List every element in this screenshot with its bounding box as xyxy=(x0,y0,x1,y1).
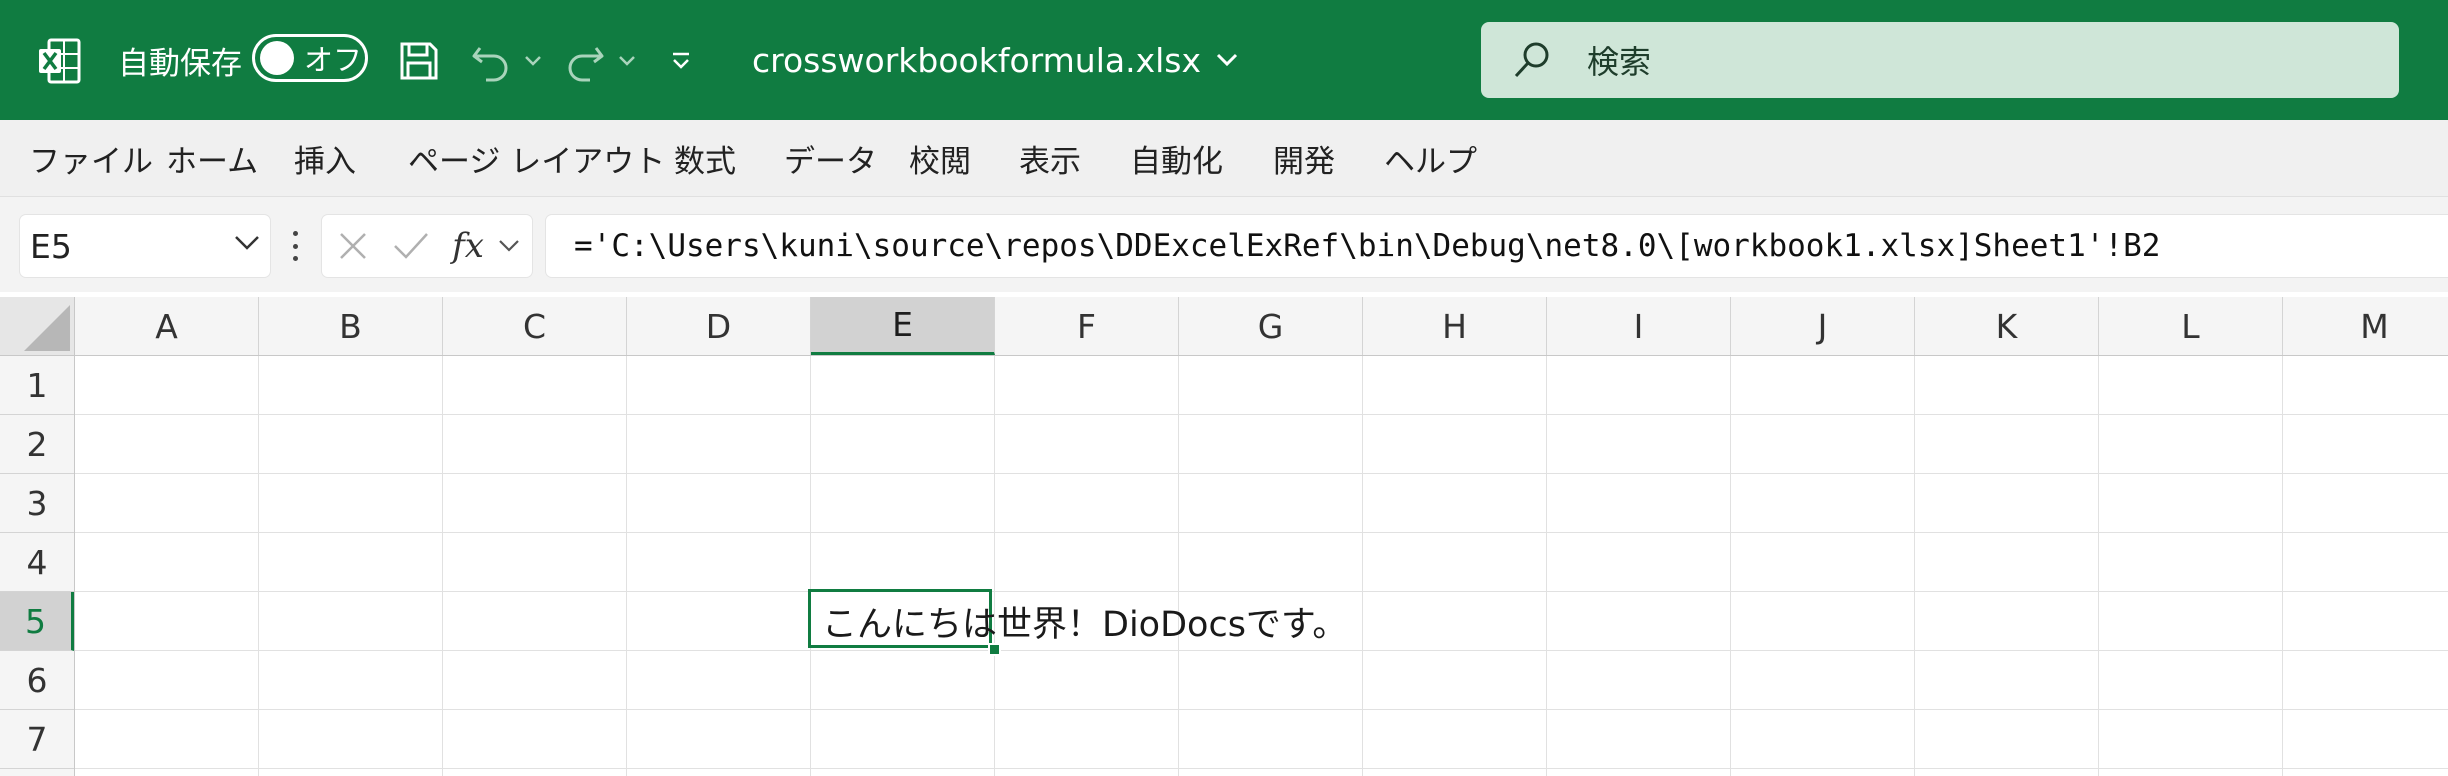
file-name[interactable]: crossworkbookformula.xlsx xyxy=(752,34,1239,86)
tab-page-layout[interactable]: ページ レイアウト xyxy=(408,120,665,196)
row-header-7[interactable]: 7 xyxy=(0,710,74,769)
column-header-l[interactable]: L xyxy=(2099,297,2283,355)
gridline xyxy=(1914,356,1915,776)
ribbon-tabs: ファイル ホーム 挿入 ページ レイアウト 数式 データ 校閲 表示 自動化 開… xyxy=(0,120,2448,197)
tab-insert[interactable]: 挿入 xyxy=(294,120,356,196)
chevron-down-icon xyxy=(1215,52,1239,68)
gridline xyxy=(626,356,627,776)
tab-data[interactable]: データ xyxy=(784,120,877,196)
autosave-state: オフ xyxy=(304,43,363,77)
gridline xyxy=(1546,356,1547,776)
gridline xyxy=(810,356,811,776)
column-header-a[interactable]: A xyxy=(75,297,259,355)
gridline xyxy=(442,356,443,776)
insert-function-button[interactable]: fx xyxy=(446,225,490,267)
column-header-b[interactable]: B xyxy=(259,297,443,355)
name-box-value: E5 xyxy=(30,226,72,266)
gridline xyxy=(994,356,995,776)
formula-bar: E5 fx ='C:\Users\kuni\source\repos\DDExc… xyxy=(0,197,2448,292)
column-header-e[interactable]: E xyxy=(811,297,995,355)
column-header-h[interactable]: H xyxy=(1363,297,1547,355)
column-header-i[interactable]: I xyxy=(1547,297,1731,355)
gridline xyxy=(258,356,259,776)
gridline xyxy=(75,532,2448,533)
column-headers: A B C D E F G H I J K L M xyxy=(75,297,2448,356)
redo-dropdown-icon[interactable] xyxy=(614,44,640,78)
chevron-down-icon[interactable] xyxy=(232,233,262,259)
tab-developer[interactable]: 開発 xyxy=(1273,120,1335,196)
column-header-c[interactable]: C xyxy=(443,297,627,355)
row-header-3[interactable]: 3 xyxy=(0,474,74,533)
tab-review[interactable]: 校閲 xyxy=(909,120,971,196)
row-header-1[interactable]: 1 xyxy=(0,356,74,415)
undo-dropdown-icon[interactable] xyxy=(520,44,546,78)
tab-formulas[interactable]: 数式 xyxy=(674,120,736,196)
column-header-f[interactable]: F xyxy=(995,297,1179,355)
tab-help[interactable]: ヘルプ xyxy=(1384,120,1477,196)
row-header-5[interactable]: 5 xyxy=(0,592,74,651)
column-header-k[interactable]: K xyxy=(1915,297,2099,355)
formula-buttons: fx xyxy=(322,215,532,277)
undo-icon[interactable] xyxy=(466,36,516,86)
row-headers: 1 2 3 4 5 6 7 xyxy=(0,356,75,776)
more-options-icon[interactable] xyxy=(286,231,304,261)
chevron-down-icon[interactable] xyxy=(494,225,524,267)
gridline xyxy=(75,473,2448,474)
column-header-g[interactable]: G xyxy=(1179,297,1363,355)
row-header-4[interactable]: 4 xyxy=(0,533,74,592)
column-header-m[interactable]: M xyxy=(2283,297,2448,355)
select-all-corner[interactable] xyxy=(0,297,75,356)
gridline xyxy=(2098,356,2099,776)
search-placeholder: 検索 xyxy=(1587,43,1652,81)
cancel-icon[interactable] xyxy=(332,225,374,267)
search-icon xyxy=(1511,39,1553,81)
title-bar: 自動保存 オフ crossworkbookformula.xlsx 検索 xyxy=(0,0,2448,120)
tab-view[interactable]: 表示 xyxy=(1019,120,1081,196)
gridline xyxy=(75,709,2448,710)
toggle-knob xyxy=(260,41,294,75)
formula-input[interactable]: ='C:\Users\kuni\source\repos\DDExcelExRe… xyxy=(546,215,2448,277)
gridline xyxy=(1730,356,1731,776)
excel-app-icon[interactable] xyxy=(34,36,84,86)
customize-quick-access-icon[interactable] xyxy=(664,42,698,80)
row-header-6[interactable]: 6 xyxy=(0,651,74,710)
formula-text: ='C:\Users\kuni\source\repos\DDExcelExRe… xyxy=(574,228,2161,264)
name-box[interactable]: E5 xyxy=(20,215,270,277)
enter-check-icon[interactable] xyxy=(390,225,432,267)
gridline xyxy=(75,414,2448,415)
search-input[interactable]: 検索 xyxy=(1481,22,2399,98)
column-header-j[interactable]: J xyxy=(1731,297,1915,355)
tab-automate[interactable]: 自動化 xyxy=(1130,120,1223,196)
autosave-toggle[interactable]: オフ xyxy=(252,34,368,82)
redo-icon[interactable] xyxy=(560,36,610,86)
gridline xyxy=(1362,356,1363,776)
tab-file[interactable]: ファイル xyxy=(29,120,153,196)
fill-handle[interactable] xyxy=(988,643,1001,656)
cell-e5-value: こんにちは世界！DioDocsです。 xyxy=(822,605,1348,645)
cell-grid[interactable]: こんにちは世界！DioDocsです。 xyxy=(75,356,2448,776)
gridline xyxy=(75,768,2448,769)
column-header-d[interactable]: D xyxy=(627,297,811,355)
autosave-label: 自動保存 xyxy=(118,45,242,82)
save-icon[interactable] xyxy=(394,36,444,86)
tab-home[interactable]: ホーム xyxy=(166,120,258,196)
row-header-2[interactable]: 2 xyxy=(0,415,74,474)
gridline xyxy=(2282,356,2283,776)
file-name-label: crossworkbookformula.xlsx xyxy=(752,40,1202,80)
gridline xyxy=(1178,356,1179,776)
